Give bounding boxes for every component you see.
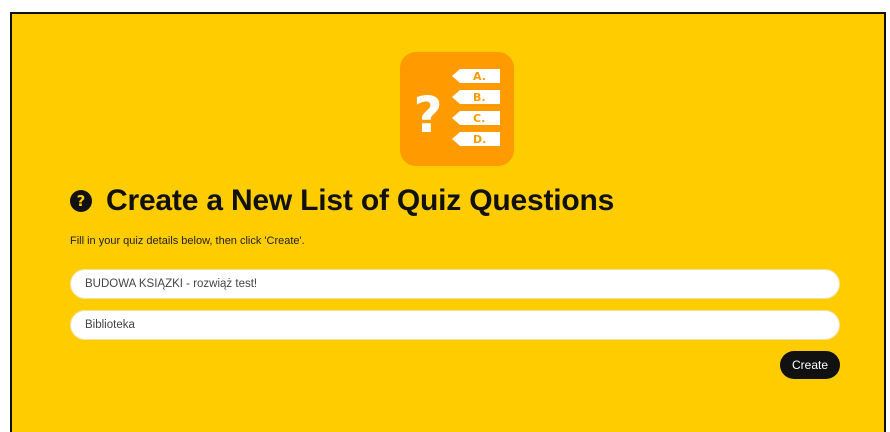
page-instructions: Fill in your quiz details below, then cl… [70,235,305,247]
tag-label-d: D. [473,133,486,146]
question-mark-glyph: ? [413,86,442,144]
quiz-logo: ? A. B. C. D. [400,52,514,166]
quiz-title-field[interactable] [70,269,840,299]
quiz-title-input[interactable] [83,277,827,291]
tag-label-b: B. [473,91,486,104]
page-title: Create a New List of Quiz Questions [106,184,615,217]
tag-label-c: C. [473,112,485,125]
question-circle-icon: ? [70,190,92,212]
page-title-row: ? Create a New List of Quiz Questions [70,184,614,218]
quiz-logo-icon: ? A. B. C. D. [413,69,500,146]
create-button[interactable]: Create [780,351,840,379]
tag-label-a: A. [473,70,486,83]
quiz-create-panel: ? A. B. C. D. ? Create a New List of Qui… [10,12,886,432]
quiz-description-field[interactable] [70,310,840,340]
quiz-description-input[interactable] [83,318,827,332]
